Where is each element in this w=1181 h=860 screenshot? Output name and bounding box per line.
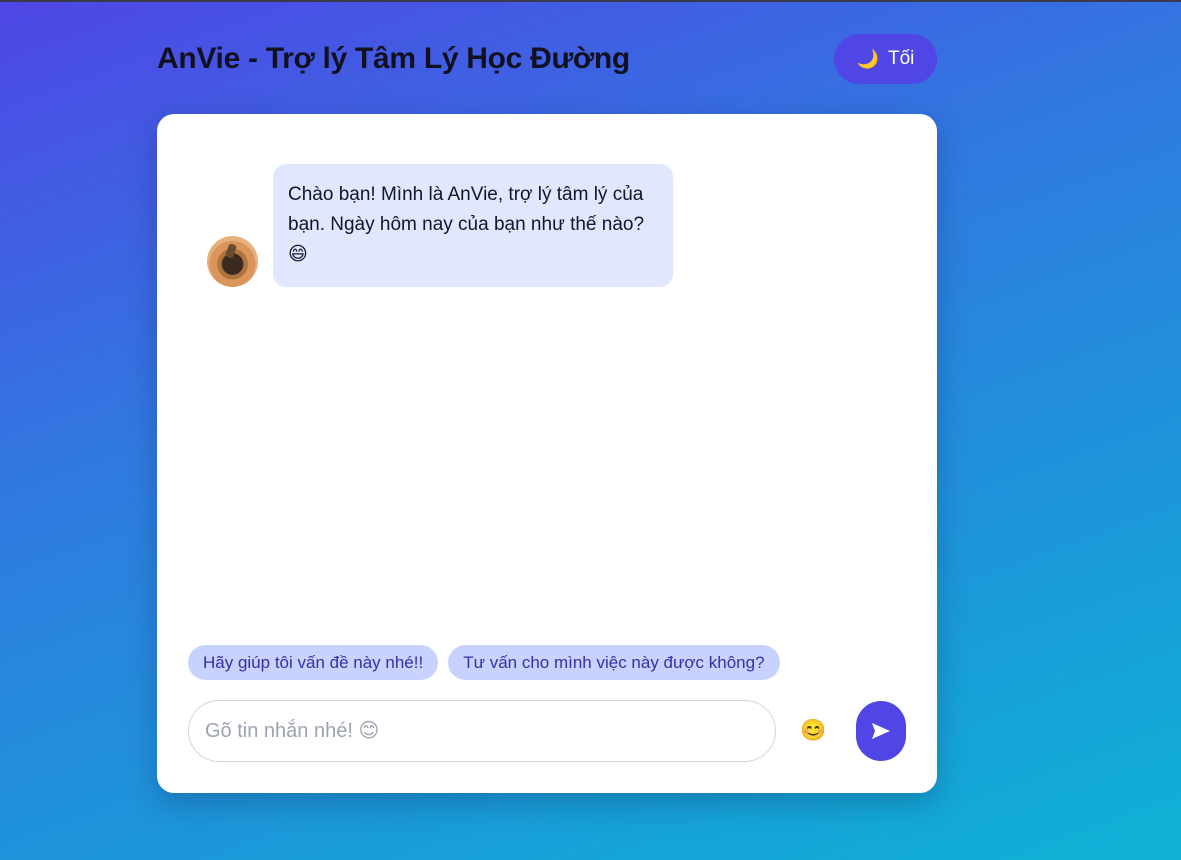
theme-toggle-label: Tối — [888, 48, 915, 69]
suggestion-chips: Hãy giúp tôi vấn đề này nhé!! Tư vấn cho… — [188, 645, 780, 680]
paper-plane-icon — [872, 723, 891, 739]
suggestion-chip-help[interactable]: Hãy giúp tôi vấn đề này nhé!! — [188, 645, 439, 680]
bot-message: Chào bạn! Mình là AnVie, trợ lý tâm lý c… — [207, 164, 673, 287]
app-header: AnVie - Trợ lý Tâm Lý Học Đường 🌙 Tối — [157, 32, 937, 86]
message-input[interactable] — [188, 700, 776, 762]
composer: 😊 — [188, 700, 906, 762]
moon-icon: 🌙 — [856, 49, 879, 69]
suggestion-chip-advice[interactable]: Tư vấn cho mình việc này được không? — [448, 645, 780, 680]
send-button[interactable] — [856, 701, 906, 761]
avatar — [207, 236, 258, 287]
chat-card: Chào bạn! Mình là AnVie, trợ lý tâm lý c… — [157, 114, 937, 793]
theme-toggle-button[interactable]: 🌙 Tối — [834, 34, 937, 84]
message-bubble: Chào bạn! Mình là AnVie, trợ lý tâm lý c… — [273, 164, 673, 287]
emoji-button[interactable]: 😊 — [791, 708, 837, 754]
page-title: AnVie - Trợ lý Tâm Lý Học Đường — [157, 42, 630, 75]
